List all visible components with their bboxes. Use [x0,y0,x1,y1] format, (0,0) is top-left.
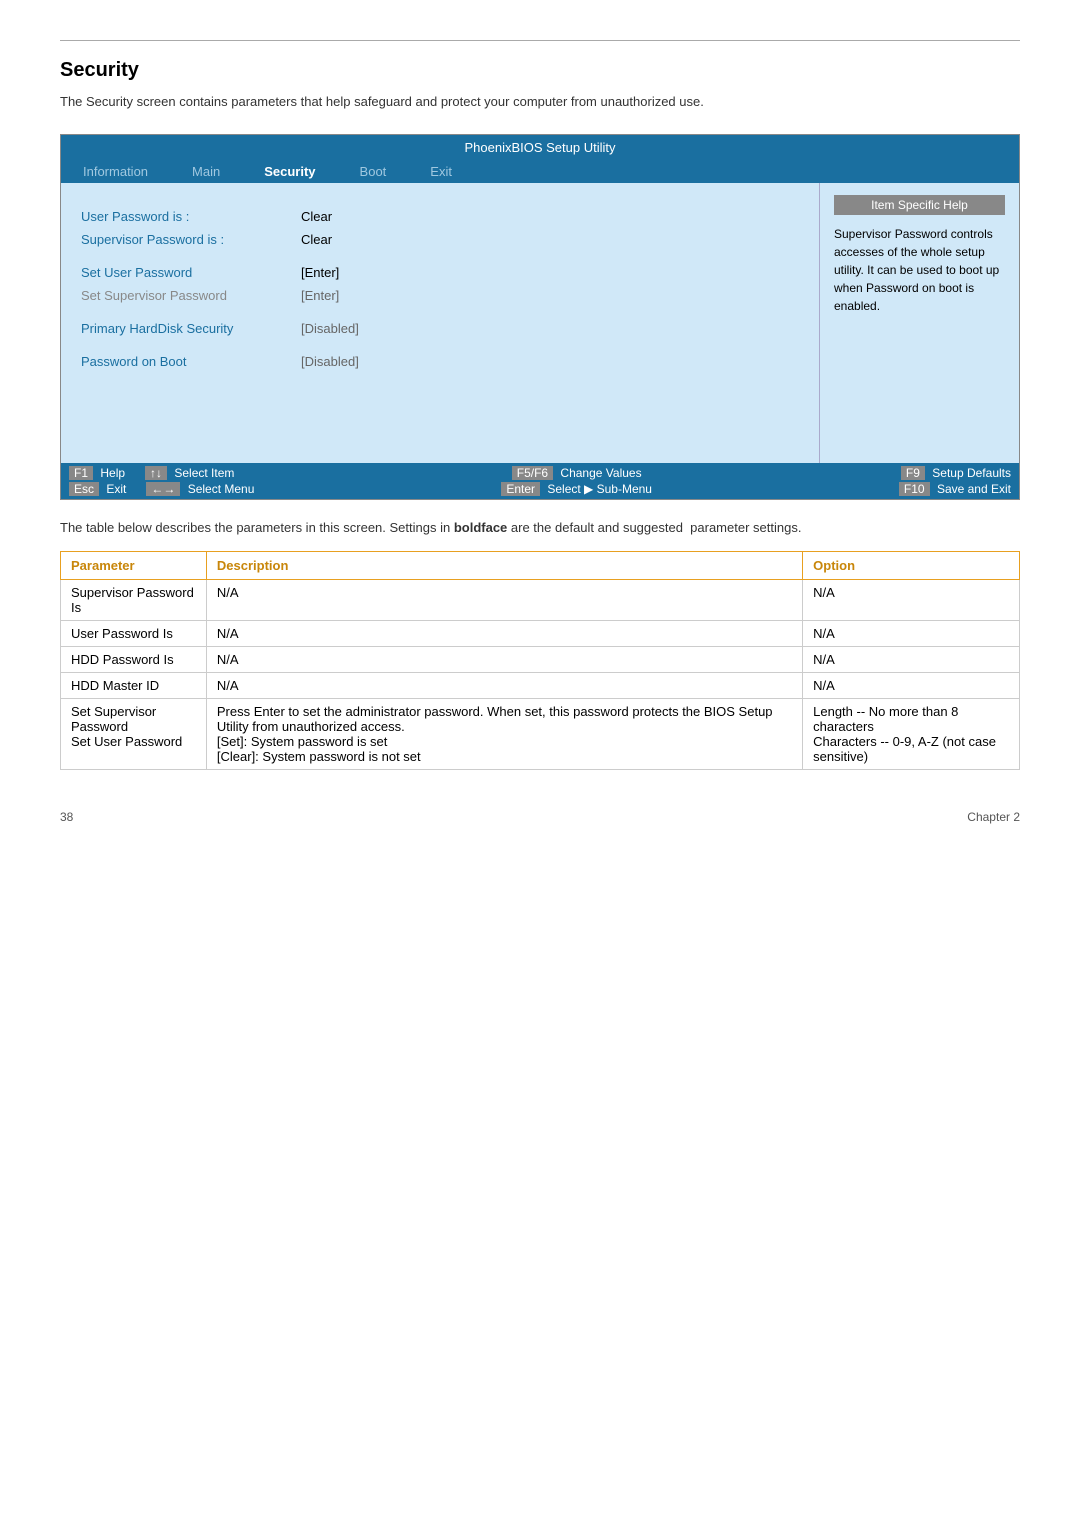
key-esc: Esc [69,482,99,496]
set-user-password-label: Set User Password [81,265,301,280]
col-header-parameter: Parameter [61,552,207,580]
key-arrows: ↑↓ [145,466,167,480]
supervisor-password-value: Clear [301,232,332,247]
parameter-table: Parameter Description Option Supervisor … [60,551,1020,770]
statusbar-row-4: Enter Select ▶ Sub-Menu [501,482,652,496]
key-f1: F1 [69,466,93,480]
opt-user-password-is: N/A [803,621,1020,647]
bios-fields: User Password is : Clear Supervisor Pass… [61,183,819,463]
statusbar-row-6: F10 Save and Exit [899,482,1011,496]
statusbar-row-2: Esc Exit ←→ Select Menu [69,482,254,496]
bios-nav: Information Main Security Boot Exit [61,160,1019,183]
statusbar-row-5: F9 Setup Defaults [901,466,1011,480]
table-description: The table below describes the parameters… [60,518,1020,538]
opt-hdd-master-id: N/A [803,673,1020,699]
bios-nav-main[interactable]: Main [170,160,242,183]
col-header-description: Description [206,552,802,580]
table-row: HDD Password Is N/A N/A [61,647,1020,673]
top-divider [60,40,1020,41]
set-supervisor-password-label: Set Supervisor Password [81,288,301,303]
key-lr-arrows: ←→ [146,482,180,496]
bios-nav-exit[interactable]: Exit [408,160,474,183]
key-enter: Enter [501,482,540,496]
user-password-label: User Password is : [81,209,301,224]
key-f10: F10 [899,482,930,496]
chapter-label: Chapter 2 [967,810,1020,824]
help-title: Item Specific Help [834,195,1005,215]
desc-user-password-is: N/A [206,621,802,647]
user-password-value: Clear [301,209,332,224]
page-description: The Security screen contains parameters … [60,92,1020,112]
opt-supervisor-password-is: N/A [803,580,1020,621]
desc-supervisor-password-is: N/A [206,580,802,621]
bios-nav-boot[interactable]: Boot [338,160,409,183]
param-hdd-master-id: HDD Master ID [61,673,207,699]
desc-set-passwords: Press Enter to set the administrator pas… [206,699,802,770]
bios-title: PhoenixBIOS Setup Utility [464,140,615,155]
page-number: 38 [60,810,73,824]
desc-hdd-password-is: N/A [206,647,802,673]
statusbar-row-1: F1 Help ↑↓ Select Item [69,466,254,480]
page-footer: 38 Chapter 2 [60,810,1020,824]
bios-row-user-password: User Password is : Clear [81,209,799,224]
table-row: HDD Master ID N/A N/A [61,673,1020,699]
bios-row-supervisor-password: Supervisor Password is : Clear [81,232,799,247]
desc-hdd-master-id: N/A [206,673,802,699]
password-boot-label: Password on Boot [81,354,301,369]
table-row: Supervisor Password Is N/A N/A [61,580,1020,621]
bios-setup-box: PhoenixBIOS Setup Utility Information Ma… [60,134,1020,500]
param-set-passwords: Set Supervisor PasswordSet User Password [61,699,207,770]
bios-body: User Password is : Clear Supervisor Pass… [61,183,1019,463]
bios-nav-security[interactable]: Security [242,160,337,183]
hdd-security-label: Primary HardDisk Security [81,321,301,336]
param-supervisor-password-is: Supervisor Password Is [61,580,207,621]
set-supervisor-password-value: [Enter] [301,288,339,303]
set-user-password-value: [Enter] [301,265,339,280]
bios-row-hdd-security[interactable]: Primary HardDisk Security [Disabled] [81,321,799,336]
table-row: Set Supervisor PasswordSet User Password… [61,699,1020,770]
bios-nav-information[interactable]: Information [61,160,170,183]
key-f5f6: F5/F6 [512,466,553,480]
bios-statusbar: F1 Help ↑↓ Select Item Esc Exit ←→ Selec… [61,463,1019,499]
key-f9: F9 [901,466,925,480]
opt-set-passwords: Length -- No more than 8 characters Char… [803,699,1020,770]
hdd-security-value: [Disabled] [301,321,359,336]
bios-row-set-user-password[interactable]: Set User Password [Enter] [81,265,799,280]
supervisor-password-label: Supervisor Password is : [81,232,301,247]
bios-row-password-boot[interactable]: Password on Boot [Disabled] [81,354,799,369]
page-title: Security [60,59,1020,82]
col-header-option: Option [803,552,1020,580]
param-user-password-is: User Password Is [61,621,207,647]
table-row: User Password Is N/A N/A [61,621,1020,647]
bios-title-bar: PhoenixBIOS Setup Utility [61,135,1019,160]
help-text: Supervisor Password controls accesses of… [834,225,1005,315]
bios-help-panel: Item Specific Help Supervisor Password c… [819,183,1019,463]
bios-row-set-supervisor-password: Set Supervisor Password [Enter] [81,288,799,303]
statusbar-row-3: F5/F6 Change Values [512,466,642,480]
opt-hdd-password-is: N/A [803,647,1020,673]
param-hdd-password-is: HDD Password Is [61,647,207,673]
password-boot-value: [Disabled] [301,354,359,369]
